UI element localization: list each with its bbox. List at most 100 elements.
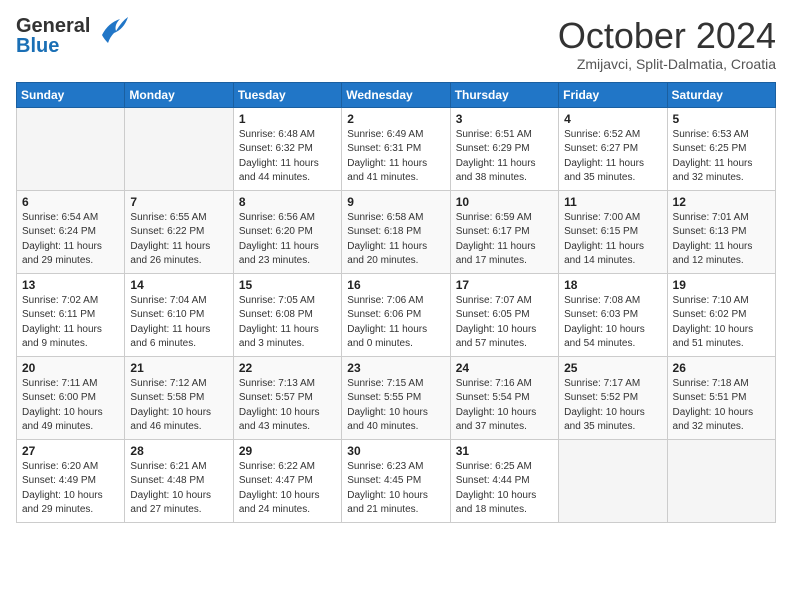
month-title: October 2024 [558, 16, 776, 56]
day-info: Sunrise: 6:54 AM Sunset: 6:24 PM Dayligh… [22, 211, 119, 269]
day-info: Sunrise: 6:23 AM Sunset: 4:45 PM Dayligh… [347, 460, 444, 518]
day-info: Sunrise: 7:00 AM Sunset: 6:15 PM Dayligh… [564, 211, 661, 269]
logo-general: General [16, 16, 90, 36]
day-number: 6 [22, 195, 119, 209]
day-number: 1 [239, 112, 336, 126]
day-info: Sunrise: 7:05 AM Sunset: 6:08 PM Dayligh… [239, 294, 336, 352]
day-number: 16 [347, 278, 444, 292]
week-row-4: 20 Sunrise: 7:11 AM Sunset: 6:00 PM Dayli… [17, 356, 776, 439]
day-info: Sunrise: 7:10 AM Sunset: 6:02 PM Dayligh… [673, 294, 770, 352]
calendar-cell: 3 Sunrise: 6:51 AM Sunset: 6:29 PM Daylig… [450, 107, 558, 190]
day-info: Sunrise: 6:56 AM Sunset: 6:20 PM Dayligh… [239, 211, 336, 269]
day-number: 18 [564, 278, 661, 292]
calendar-cell: 7 Sunrise: 6:55 AM Sunset: 6:22 PM Daylig… [125, 190, 233, 273]
day-number: 29 [239, 444, 336, 458]
day-info: Sunrise: 7:13 AM Sunset: 5:57 PM Dayligh… [239, 377, 336, 435]
calendar-cell: 18 Sunrise: 7:08 AM Sunset: 6:03 PM Dayli… [559, 273, 667, 356]
col-header-thursday: Thursday [450, 82, 558, 107]
day-info: Sunrise: 6:22 AM Sunset: 4:47 PM Dayligh… [239, 460, 336, 518]
day-number: 25 [564, 361, 661, 375]
day-number: 10 [456, 195, 553, 209]
week-row-5: 27 Sunrise: 6:20 AM Sunset: 4:49 PM Dayli… [17, 439, 776, 522]
logo-text: General Blue [16, 16, 90, 56]
location-subtitle: Zmijavci, Split-Dalmatia, Croatia [558, 56, 776, 72]
day-number: 31 [456, 444, 553, 458]
day-info: Sunrise: 7:11 AM Sunset: 6:00 PM Dayligh… [22, 377, 119, 435]
day-number: 27 [22, 444, 119, 458]
day-number: 3 [456, 112, 553, 126]
day-info: Sunrise: 6:25 AM Sunset: 4:44 PM Dayligh… [456, 460, 553, 518]
day-info: Sunrise: 7:08 AM Sunset: 6:03 PM Dayligh… [564, 294, 661, 352]
day-info: Sunrise: 6:58 AM Sunset: 6:18 PM Dayligh… [347, 211, 444, 269]
day-number: 9 [347, 195, 444, 209]
calendar-cell: 29 Sunrise: 6:22 AM Sunset: 4:47 PM Dayli… [233, 439, 341, 522]
calendar-table: SundayMondayTuesdayWednesdayThursdayFrid… [16, 82, 776, 523]
calendar-cell: 24 Sunrise: 7:16 AM Sunset: 5:54 PM Dayli… [450, 356, 558, 439]
day-info: Sunrise: 6:20 AM Sunset: 4:49 PM Dayligh… [22, 460, 119, 518]
calendar-cell: 30Sunrise: 6:23 AM Sunset: 4:45 PM Dayli… [342, 439, 450, 522]
calendar-cell [125, 107, 233, 190]
col-header-tuesday: Tuesday [233, 82, 341, 107]
day-number: 2 [347, 112, 444, 126]
page-header: General Blue October 2024 Zmijavci, Spli… [16, 16, 776, 72]
col-header-monday: Monday [125, 82, 233, 107]
day-info: Sunrise: 7:04 AM Sunset: 6:10 PM Dayligh… [130, 294, 227, 352]
day-info: Sunrise: 6:53 AM Sunset: 6:25 PM Dayligh… [673, 128, 770, 186]
day-info: Sunrise: 6:59 AM Sunset: 6:17 PM Dayligh… [456, 211, 553, 269]
day-info: Sunrise: 6:49 AM Sunset: 6:31 PM Dayligh… [347, 128, 444, 186]
calendar-cell [17, 107, 125, 190]
calendar-cell: 21 Sunrise: 7:12 AM Sunset: 5:58 PM Dayli… [125, 356, 233, 439]
week-row-2: 6 Sunrise: 6:54 AM Sunset: 6:24 PM Daylig… [17, 190, 776, 273]
day-info: Sunrise: 7:17 AM Sunset: 5:52 PM Dayligh… [564, 377, 661, 435]
day-number: 23 [347, 361, 444, 375]
day-number: 8 [239, 195, 336, 209]
day-number: 12 [673, 195, 770, 209]
calendar-cell: 15 Sunrise: 7:05 AM Sunset: 6:08 PM Dayli… [233, 273, 341, 356]
calendar-cell: 25 Sunrise: 7:17 AM Sunset: 5:52 PM Dayli… [559, 356, 667, 439]
day-info: Sunrise: 7:01 AM Sunset: 6:13 PM Dayligh… [673, 211, 770, 269]
calendar-cell: 19 Sunrise: 7:10 AM Sunset: 6:02 PM Dayli… [667, 273, 775, 356]
calendar-cell: 26 Sunrise: 7:18 AM Sunset: 5:51 PM Dayli… [667, 356, 775, 439]
col-header-sunday: Sunday [17, 82, 125, 107]
day-number: 15 [239, 278, 336, 292]
day-info: Sunrise: 7:12 AM Sunset: 5:58 PM Dayligh… [130, 377, 227, 435]
calendar-cell: 23 Sunrise: 7:15 AM Sunset: 5:55 PM Dayli… [342, 356, 450, 439]
day-info: Sunrise: 7:15 AM Sunset: 5:55 PM Dayligh… [347, 377, 444, 435]
calendar-cell: 8 Sunrise: 6:56 AM Sunset: 6:20 PM Daylig… [233, 190, 341, 273]
calendar-cell: 13Sunrise: 7:02 AM Sunset: 6:11 PM Dayli… [17, 273, 125, 356]
calendar-cell [559, 439, 667, 522]
day-info: Sunrise: 7:18 AM Sunset: 5:51 PM Dayligh… [673, 377, 770, 435]
calendar-cell: 28Sunrise: 6:21 AM Sunset: 4:48 PM Dayli… [125, 439, 233, 522]
col-header-wednesday: Wednesday [342, 82, 450, 107]
day-number: 7 [130, 195, 227, 209]
day-number: 24 [456, 361, 553, 375]
day-number: 22 [239, 361, 336, 375]
col-header-saturday: Saturday [667, 82, 775, 107]
day-number: 11 [564, 195, 661, 209]
calendar-cell: 12 Sunrise: 7:01 AM Sunset: 6:13 PM Dayli… [667, 190, 775, 273]
day-number: 26 [673, 361, 770, 375]
title-block: October 2024 Zmijavci, Split-Dalmatia, C… [558, 16, 776, 72]
day-number: 14 [130, 278, 227, 292]
day-number: 20 [22, 361, 119, 375]
day-number: 28 [130, 444, 227, 458]
day-info: Sunrise: 6:55 AM Sunset: 6:22 PM Dayligh… [130, 211, 227, 269]
calendar-cell: 31 Sunrise: 6:25 AM Sunset: 4:44 PM Dayli… [450, 439, 558, 522]
day-number: 5 [673, 112, 770, 126]
calendar-cell: 10 Sunrise: 6:59 AM Sunset: 6:17 PM Dayli… [450, 190, 558, 273]
day-info: Sunrise: 6:48 AM Sunset: 6:32 PM Dayligh… [239, 128, 336, 186]
day-number: 21 [130, 361, 227, 375]
day-number: 4 [564, 112, 661, 126]
day-number: 19 [673, 278, 770, 292]
calendar-cell: 20 Sunrise: 7:11 AM Sunset: 6:00 PM Dayli… [17, 356, 125, 439]
week-row-3: 13Sunrise: 7:02 AM Sunset: 6:11 PM Dayli… [17, 273, 776, 356]
calendar-cell: 5 Sunrise: 6:53 AM Sunset: 6:25 PM Daylig… [667, 107, 775, 190]
logo: General Blue [16, 16, 130, 56]
day-info: Sunrise: 7:16 AM Sunset: 5:54 PM Dayligh… [456, 377, 553, 435]
calendar-cell: 2 Sunrise: 6:49 AM Sunset: 6:31 PM Daylig… [342, 107, 450, 190]
calendar-cell: 22 Sunrise: 7:13 AM Sunset: 5:57 PM Dayli… [233, 356, 341, 439]
day-info: Sunrise: 6:51 AM Sunset: 6:29 PM Dayligh… [456, 128, 553, 186]
day-info: Sunrise: 7:06 AM Sunset: 6:06 PM Dayligh… [347, 294, 444, 352]
calendar-cell: 4Sunrise: 6:52 AM Sunset: 6:27 PM Daylig… [559, 107, 667, 190]
calendar-header-row: SundayMondayTuesdayWednesdayThursdayFrid… [17, 82, 776, 107]
